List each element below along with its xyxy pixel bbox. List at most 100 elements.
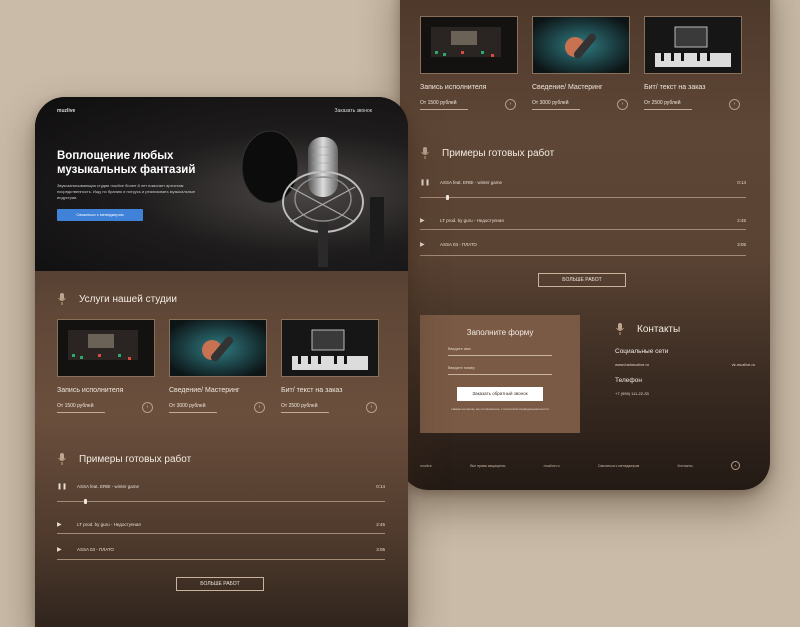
studio-microphone-image	[241, 130, 384, 267]
form-title: Заполните форму	[466, 328, 534, 337]
service-name: Запись исполнителя	[57, 387, 124, 394]
footer-link[interactable]: Связаться с менеджером	[598, 464, 639, 468]
service-name: Бит/ текст на заказ	[281, 387, 343, 394]
track-progress-handle[interactable]	[446, 195, 449, 200]
more-works-button[interactable]: БОЛЬШЕ РАБОТ	[538, 273, 626, 287]
name-field[interactable]: Введите имя	[448, 347, 552, 356]
service-card[interactable]: Бит/ текст на заказ От 2500 рублей ›	[644, 16, 742, 110]
track-row[interactable]: ▶ LT prod. by guru - Недоступная 2:45	[420, 217, 746, 224]
arrow-right-icon[interactable]: ›	[729, 99, 740, 110]
service-image-beat	[281, 319, 379, 377]
service-price: От 3000 рублей	[532, 100, 580, 110]
contact-manager-button[interactable]: Связаться с менеджером	[57, 209, 143, 221]
works-heading: Примеры готовых работ	[420, 147, 554, 159]
divider	[57, 533, 385, 534]
track-name: LT prod. by guru - Недоступная	[440, 218, 504, 223]
hero-section: muzlive Заказать звонок Воплощение любых…	[35, 97, 408, 271]
track-duration: 3:05	[737, 242, 746, 247]
track-name: ASSA feat. ERBI - winter game	[77, 484, 140, 489]
track-duration: 2:45	[376, 522, 385, 527]
top-nav: muzlive Заказать звонок	[57, 108, 372, 114]
service-image-mixing	[169, 319, 267, 377]
microphone-icon	[58, 453, 66, 465]
services-list: Запись исполнителя От 1500 рублей › Сведе…	[420, 16, 742, 110]
arrow-up-icon[interactable]: ˄	[730, 461, 740, 470]
track-duration: 0:14	[376, 484, 385, 489]
service-card[interactable]: Бит/ текст на заказ От 2500 рублей ›	[281, 319, 379, 413]
track-row[interactable]: ▶ LT prod. by guru - Недоступная 2:45	[57, 521, 385, 528]
service-image-recording	[420, 16, 518, 74]
social-link[interactable]: www.instmuzlive.ru	[615, 362, 649, 367]
footer-rights: Все права защищены	[470, 463, 506, 468]
services-title: Услуги нашей студии	[79, 293, 177, 305]
consent-text: Нажав на кнопку, вы соглашаетесь с полит…	[451, 407, 549, 411]
right-page-preview: Услуги нашей студии Запись исполнителя О…	[400, 0, 770, 490]
service-price: От 3000 рублей	[169, 403, 217, 413]
track-row[interactable]: ❚❚ ASSA feat. ERBI - winter game 0:14	[57, 483, 385, 490]
track-duration: 2:45	[737, 218, 746, 223]
track-progress-bar[interactable]	[57, 501, 385, 502]
arrow-right-icon[interactable]: ›	[617, 99, 628, 110]
track-duration: 0:14	[737, 180, 746, 185]
services-heading: Услуги нашей студии	[57, 293, 177, 305]
track-name: ASSA 03 - ПЛАТО	[440, 242, 477, 247]
works-title: Примеры готовых работ	[79, 453, 192, 465]
phone-field[interactable]: Введите номер	[448, 366, 552, 375]
service-price: От 1500 рублей	[420, 100, 468, 110]
phone-number[interactable]: +7 (999) 111-22-33	[615, 391, 649, 396]
track-row[interactable]: ❚❚ ASSA feat. ERBI - winter game 0:14	[420, 179, 746, 186]
microphone-icon	[421, 147, 429, 159]
arrow-right-icon[interactable]: ›	[254, 402, 265, 413]
service-price: От 1500 рублей	[57, 403, 105, 413]
service-card[interactable]: Запись исполнителя От 1500 рублей ›	[420, 16, 518, 110]
play-icon[interactable]: ▶	[57, 521, 77, 528]
track-name: ASSA 03 - ПЛАТО	[77, 547, 114, 552]
divider	[57, 559, 385, 560]
contacts-title: Контакты	[637, 323, 681, 335]
play-icon[interactable]: ▶	[420, 241, 440, 248]
contacts-block: Социальные сети www.instmuzlive.ru vk.muz…	[615, 348, 755, 406]
social-title: Социальные сети	[615, 348, 669, 355]
works-title: Примеры готовых работ	[442, 147, 555, 159]
footer-brand[interactable]: muzlive	[420, 464, 432, 468]
arrow-right-icon[interactable]: ›	[366, 402, 377, 413]
play-icon[interactable]: ▶	[420, 217, 440, 224]
service-price: От 2500 рублей	[281, 403, 329, 413]
service-name: Бит/ текст на заказ	[644, 84, 706, 91]
service-image-mixing	[532, 16, 630, 74]
arrow-right-icon[interactable]: ›	[142, 402, 153, 413]
divider	[420, 229, 746, 230]
play-icon[interactable]: ▶	[57, 546, 77, 553]
service-name: Сведение/ Мастеринг	[532, 84, 603, 91]
footer-link[interactable]: Контакты	[678, 464, 693, 468]
arrow-right-icon[interactable]: ›	[505, 99, 516, 110]
track-row[interactable]: ▶ ASSA 03 - ПЛАТО 3:05	[420, 241, 746, 248]
more-works-button[interactable]: БОЛЬШЕ РАБОТ	[176, 577, 264, 591]
service-card[interactable]: Сведение/ Мастеринг От 3000 рублей ›	[169, 319, 267, 413]
hero-title: Воплощение любых музыкальных фантазий	[57, 150, 196, 176]
microphone-icon	[58, 293, 66, 305]
left-page-preview: muzlive Заказать звонок Воплощение любых…	[35, 97, 408, 627]
order-call-link[interactable]: Заказать звонок	[335, 108, 372, 114]
footer-link[interactable]: muzlive.ru	[544, 464, 560, 468]
footer: muzlive Все права защищены muzlive.ru Св…	[420, 461, 740, 470]
track-row[interactable]: ▶ ASSA 03 - ПЛАТО 3:05	[57, 546, 385, 553]
pause-icon[interactable]: ❚❚	[57, 483, 77, 490]
track-duration: 3:05	[376, 547, 385, 552]
pause-icon[interactable]: ❚❚	[420, 179, 440, 186]
service-card[interactable]: Сведение/ Мастеринг От 3000 рублей ›	[532, 16, 630, 110]
service-card[interactable]: Запись исполнителя От 1500 рублей ›	[57, 319, 155, 413]
contacts-heading: Контакты	[615, 323, 680, 335]
divider	[420, 255, 746, 256]
track-progress-bar[interactable]	[420, 197, 746, 198]
hero-description: Звукозаписывающая студия muzlive более 8…	[57, 183, 196, 200]
service-image-recording	[57, 319, 155, 377]
logo[interactable]: muzlive	[57, 108, 75, 114]
service-name: Сведение/ Мастеринг	[169, 387, 240, 394]
submit-callback-button[interactable]: Заказать обратный звонок	[457, 387, 543, 401]
track-progress-handle[interactable]	[84, 499, 87, 504]
social-link[interactable]: vk.muzlive.ru	[732, 362, 755, 367]
service-name: Запись исполнителя	[420, 84, 487, 91]
phone-title: Телефон	[615, 377, 642, 384]
track-name: ASSA feat. ERBI - winter game	[440, 180, 503, 185]
